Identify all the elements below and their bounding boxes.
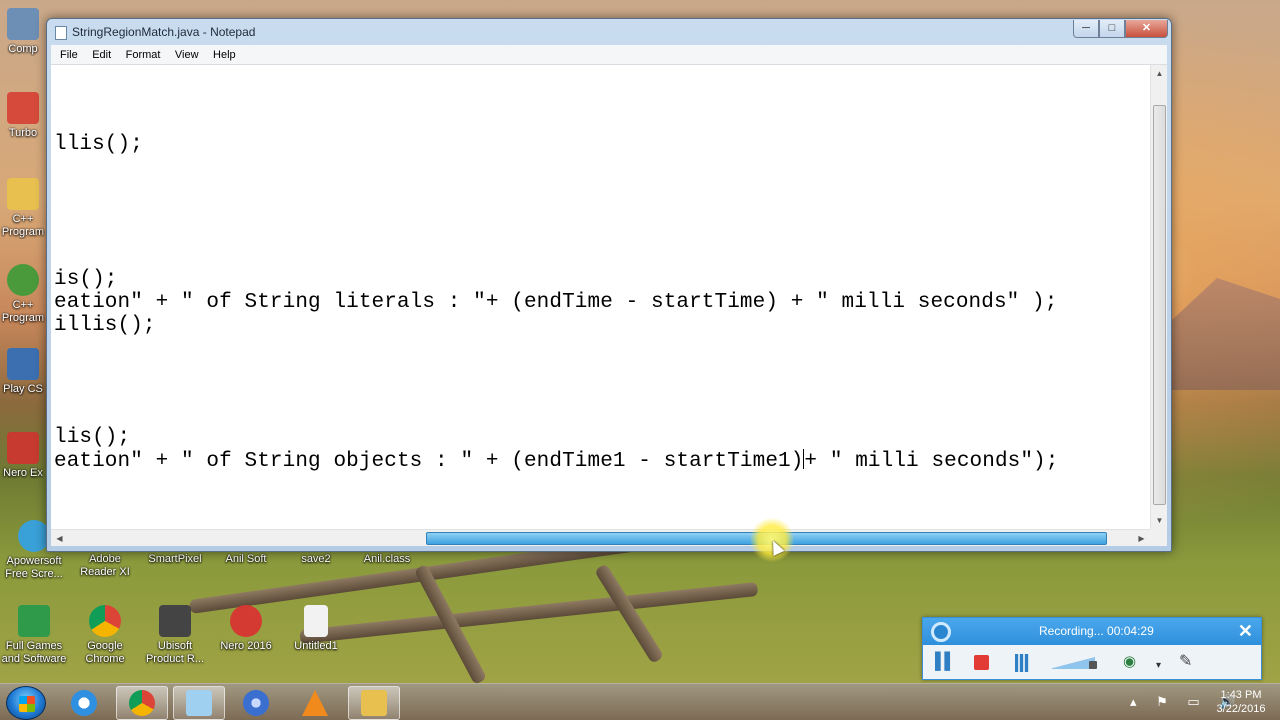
code-line: illis(); (54, 314, 156, 337)
pause-button[interactable]: ▌▌ (935, 653, 956, 671)
size-grip[interactable] (1150, 529, 1167, 546)
vertical-scrollbar[interactable]: ▲ ▼ (1150, 65, 1167, 529)
notepad-icon (55, 26, 67, 40)
desktop-icon[interactable]: SmartPixel (141, 553, 209, 566)
annotate-pen-button[interactable]: ✎ (1179, 653, 1192, 671)
text-editor[interactable]: llis(); is(); eation" + " of String lite… (51, 65, 1150, 529)
chrome-icon (89, 605, 121, 637)
recording-status: Recording... 00:04:29 (1039, 624, 1154, 638)
chrome-icon (129, 690, 155, 716)
screen-recorder-widget[interactable]: Recording... 00:04:29 ✕ ▌▌ ◉ ▾ ✎ (922, 617, 1262, 680)
apowersoft-logo-icon (931, 622, 951, 642)
taskbar-clock[interactable]: 1:43 PM 3/22/2016 (1205, 688, 1277, 716)
turbo-icon (7, 92, 39, 124)
menu-view[interactable]: View (170, 45, 204, 65)
minimize-button[interactable]: ─ (1073, 20, 1099, 38)
taskbar-chrome[interactable] (116, 686, 168, 720)
scroll-down-icon[interactable]: ▼ (1151, 512, 1168, 529)
nero-icon (7, 432, 39, 464)
file-icon (304, 605, 328, 637)
desktop-icon[interactable]: Untitled1 (282, 605, 350, 653)
taskbar-notepad[interactable] (173, 686, 225, 720)
menu-edit[interactable]: Edit (87, 45, 116, 65)
start-button[interactable] (6, 686, 46, 720)
computer-icon (7, 8, 39, 40)
desktop-icon[interactable]: Turbo (0, 92, 46, 140)
shortcut-icon (7, 348, 39, 380)
recorder-toolbar: ▌▌ ◉ ▾ ✎ (923, 645, 1261, 680)
webcam-button[interactable]: ◉ (1123, 653, 1136, 671)
code-line: lis(); (54, 426, 131, 449)
desktop-icon[interactable]: Anil Soft (212, 553, 280, 566)
desktop-icon[interactable]: Anil.class (353, 553, 421, 566)
chrome-icon (7, 264, 39, 296)
taskbar: ▴ ⚑ ▭ 🔊 1:43 PM 3/22/2016 (0, 683, 1280, 720)
code-line: eation" + " of String objects : " + (end… (54, 449, 1058, 473)
nero-icon (230, 605, 262, 637)
window-title: StringRegionMatch.java - Notepad (72, 25, 256, 39)
clock-date: 3/22/2016 (1216, 703, 1266, 715)
scroll-left-icon[interactable]: ◀ (51, 530, 68, 547)
code-line: is(); (54, 268, 118, 291)
games-icon (18, 605, 50, 637)
vlc-icon (302, 690, 328, 716)
menu-bar: File Edit Format View Help (51, 45, 1167, 65)
taskbar-internet-explorer[interactable] (58, 686, 110, 720)
folder-icon (361, 690, 387, 716)
wallpaper-fence-post (594, 563, 665, 664)
chevron-down-icon[interactable]: ▾ (1156, 657, 1161, 675)
notepad-window[interactable]: StringRegionMatch.java - Notepad ─ □ ✕ F… (46, 18, 1172, 552)
browser-icon (243, 690, 269, 716)
desktop-icon[interactable]: Comp (0, 8, 46, 56)
panel-icon[interactable] (1015, 654, 1029, 672)
desktop-icon[interactable]: Adobe Reader XI (71, 553, 139, 579)
desktop-icon[interactable]: Ubisoft Product R... (141, 605, 209, 666)
stop-button[interactable] (974, 655, 989, 670)
notepad-icon (186, 690, 212, 716)
wallpaper-fence-rail (299, 581, 759, 644)
code-text: eation" + " of String objects : " + (end… (54, 450, 804, 473)
taskbar-browser[interactable] (230, 686, 282, 720)
taskbar-explorer[interactable] (348, 686, 400, 720)
desktop-icon[interactable]: C++ Program (0, 264, 46, 325)
recorder-close-button[interactable]: ✕ (1238, 621, 1253, 642)
menu-format[interactable]: Format (121, 45, 166, 65)
maximize-button[interactable]: □ (1099, 20, 1125, 38)
desktop-icon[interactable]: Full Games and Software (0, 605, 68, 666)
vertical-scroll-thumb[interactable] (1153, 105, 1166, 505)
menu-file[interactable]: File (55, 45, 83, 65)
close-button[interactable]: ✕ (1125, 20, 1168, 38)
desktop-icon[interactable]: Play CS (0, 348, 46, 396)
horizontal-scrollbar[interactable]: ◀ ▶ (51, 529, 1150, 546)
internet-explorer-icon (71, 690, 97, 716)
menu-help[interactable]: Help (208, 45, 241, 65)
clock-time: 1:43 PM (1220, 689, 1262, 701)
recorder-header: Recording... 00:04:29 ✕ (923, 618, 1261, 645)
desktop-icon[interactable]: Google Chrome (71, 605, 139, 666)
scroll-right-icon[interactable]: ▶ (1133, 530, 1150, 547)
desktop-icon[interactable]: C++ Program (0, 178, 46, 239)
desktop-icon[interactable]: Nero 2016 (212, 605, 280, 653)
code-text: + " milli seconds"); (804, 450, 1059, 473)
folder-icon (7, 178, 39, 210)
ubisoft-icon (159, 605, 191, 637)
scroll-up-icon[interactable]: ▲ (1151, 65, 1168, 82)
code-line: llis(); (54, 133, 143, 156)
taskbar-vlc[interactable] (289, 686, 341, 720)
desktop-icon[interactable]: Nero Ex (0, 432, 46, 480)
desktop-icon[interactable]: save2 (282, 553, 350, 566)
lock-icon (1089, 661, 1097, 669)
title-bar[interactable]: StringRegionMatch.java - Notepad ─ □ ✕ (47, 19, 1171, 45)
code-line: eation" + " of String literals : "+ (end… (54, 291, 1058, 314)
